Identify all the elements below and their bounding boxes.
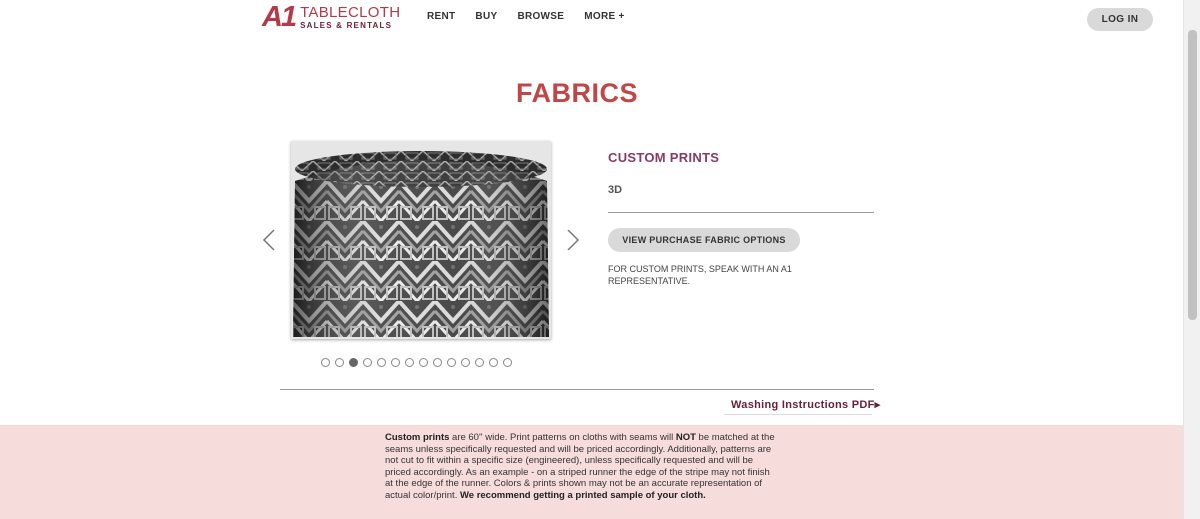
carousel-next-arrow-icon[interactable] <box>566 228 580 252</box>
carousel-dot[interactable] <box>405 358 414 367</box>
carousel-dot[interactable] <box>447 358 456 367</box>
carousel-dot[interactable] <box>419 358 428 367</box>
fabric-image <box>291 141 551 339</box>
notice-not: NOT <box>675 432 696 443</box>
logo-sub-text: SALES & RENTALS <box>300 21 393 30</box>
carousel-dot[interactable] <box>461 358 470 367</box>
link-underline <box>724 414 872 415</box>
carousel-prev-arrow-icon[interactable] <box>262 228 276 252</box>
carousel-dot[interactable] <box>321 358 330 367</box>
login-button[interactable]: LOG IN <box>1087 8 1153 31</box>
page-scrollbar[interactable] <box>1183 0 1200 519</box>
carousel-dot[interactable] <box>503 358 512 367</box>
notice-part1: are 60'' wide. Print patterns on cloths … <box>449 432 676 443</box>
carousel-dot[interactable] <box>391 358 400 367</box>
nav-browse[interactable]: BROWSE <box>517 11 564 22</box>
nav-buy[interactable]: BUY <box>475 11 497 22</box>
carousel-dot[interactable] <box>377 358 386 367</box>
site-header: A1 TABLECLOTH SALES & RENTALS RENT BUY B… <box>0 0 1183 38</box>
view-purchase-options-button[interactable]: VIEW PURCHASE FABRIC OPTIONS <box>608 228 800 252</box>
nav-rent[interactable]: RENT <box>427 11 455 22</box>
carousel-dot[interactable] <box>489 358 498 367</box>
notice-recommendation: We recommend getting a printed sample of… <box>459 489 706 501</box>
nav-more[interactable]: MORE + <box>584 11 624 22</box>
carousel-dots <box>321 358 512 367</box>
custom-prints-notice: Custom prints are 60'' wide. Print patte… <box>385 432 775 502</box>
product-category: CUSTOM PRINTS <box>608 150 720 165</box>
logo-mark: A1 <box>262 1 297 33</box>
scrollbar-thumb[interactable] <box>1188 30 1197 320</box>
carousel-dot[interactable] <box>475 358 484 367</box>
custom-print-note: FOR CUSTOM PRINTS, SPEAK WITH AN A1 REPR… <box>608 264 792 286</box>
carousel-dot[interactable] <box>335 358 344 367</box>
site-logo[interactable]: A1 TABLECLOTH SALES & RENTALS <box>262 1 401 33</box>
page-title: FABRICS <box>515 78 638 108</box>
notice-lead: Custom prints <box>385 432 450 443</box>
product-name: 3D <box>608 184 623 196</box>
logo-main-text: TABLECLOTH <box>300 4 401 21</box>
section-divider <box>280 389 874 390</box>
logo-text: TABLECLOTH SALES & RENTALS <box>300 3 401 31</box>
main-nav: RENT BUY BROWSE MORE + <box>427 11 645 22</box>
carousel-dot[interactable] <box>349 358 358 367</box>
carousel-dot[interactable] <box>433 358 442 367</box>
washing-instructions-link[interactable]: Washing Instructions PDF▸ <box>731 398 881 411</box>
divider <box>608 212 874 213</box>
carousel-dot[interactable] <box>363 358 372 367</box>
